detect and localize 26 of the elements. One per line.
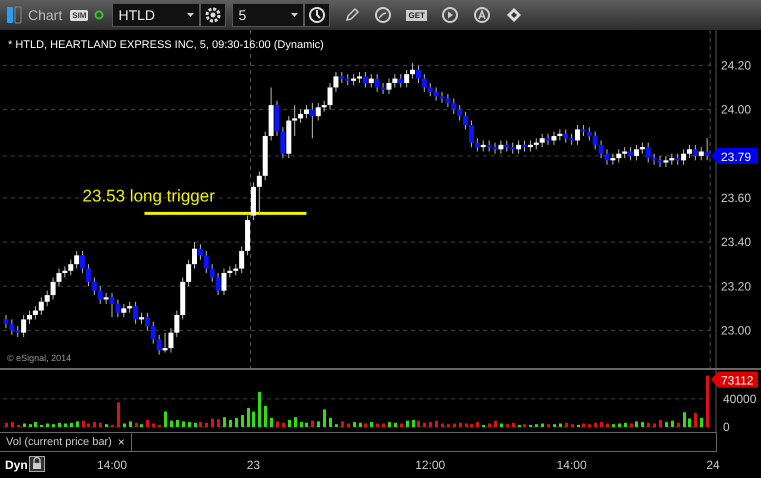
- volume-axis-label: 40000: [723, 392, 756, 406]
- credit-text: © eSignal, 2014: [7, 353, 72, 363]
- price-axis-label: 23.60: [721, 190, 752, 205]
- price-axis-label: 23.00: [721, 323, 752, 338]
- price-axis-label: 24.00: [721, 102, 752, 117]
- last-volume-tag: 73112: [711, 372, 758, 388]
- last-price-tag: 23.79: [711, 148, 758, 164]
- get-button[interactable]: GET: [406, 10, 427, 20]
- time-axis-label: 12:00: [415, 458, 446, 472]
- sim-badge: SIM: [70, 10, 88, 20]
- study-name: Vol (current price bar): [6, 436, 112, 448]
- time-axis-label: 14:00: [556, 458, 587, 472]
- volume-axis-label: 0: [723, 420, 730, 432]
- price-axis-label: 23.40: [721, 235, 752, 250]
- price-axis-label: 24.20: [721, 58, 752, 72]
- interval-dropdown[interactable]: 5: [232, 3, 304, 27]
- symbol-dropdown[interactable]: HTLD: [112, 3, 200, 27]
- dyn-button[interactable]: Dyn: [5, 458, 28, 472]
- chart-title: * HTLD, HEARTLAND EXPRESS INC, 5, 09:30-16:00 (Dynamic): [8, 39, 324, 51]
- close-button[interactable]: ×: [116, 436, 127, 448]
- time-axis-label: 14:00: [97, 458, 128, 472]
- price-axis-label: 23.20: [721, 279, 752, 294]
- time-axis-label: 24: [706, 458, 720, 472]
- trigger-label: 23.53 long trigger: [82, 186, 215, 206]
- window-title: Chart: [28, 7, 62, 23]
- time-axis-label: 23: [246, 458, 260, 472]
